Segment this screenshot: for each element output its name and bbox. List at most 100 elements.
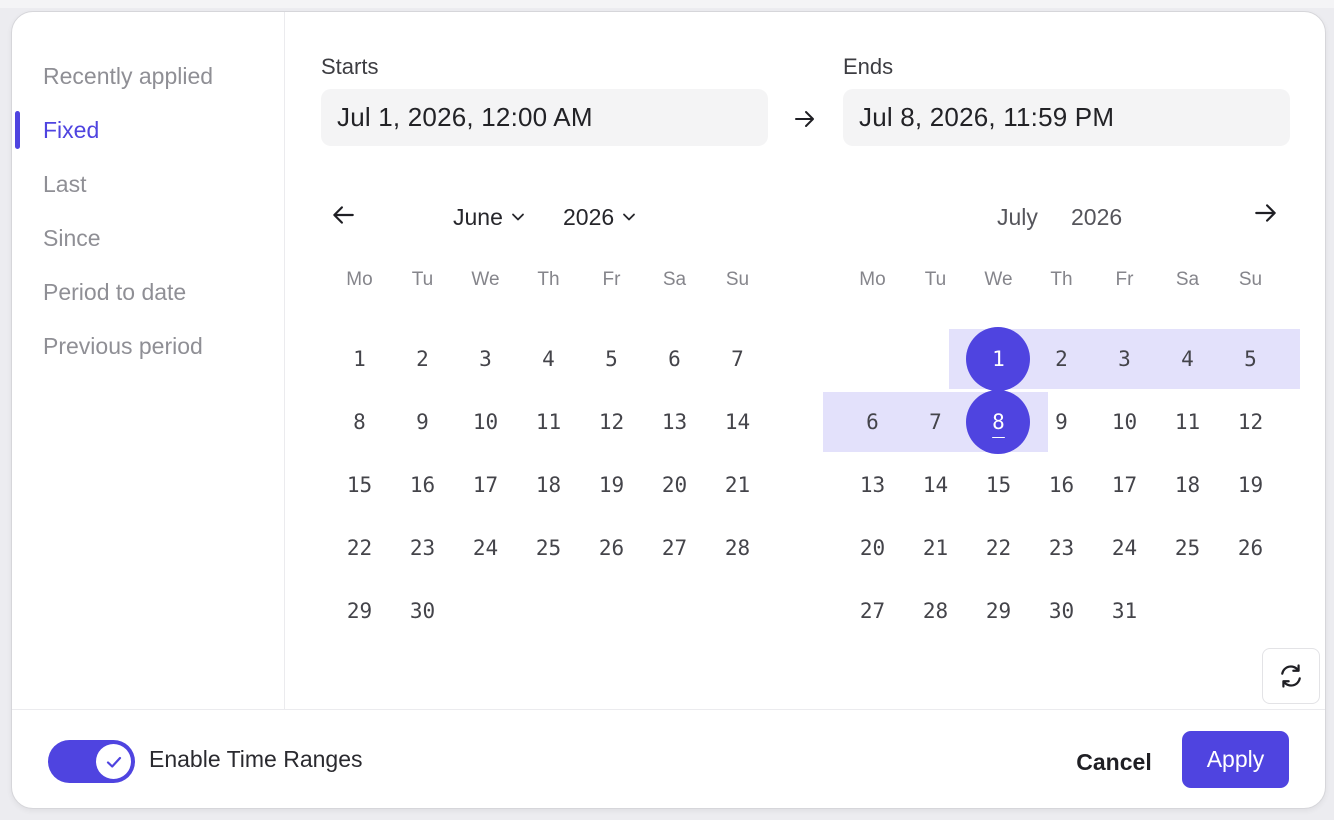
refresh-icon: [1281, 664, 1301, 688]
calendar-day[interactable]: 16: [1030, 454, 1093, 517]
calendar-day[interactable]: 20: [643, 454, 706, 517]
refresh-button[interactable]: [1262, 648, 1320, 704]
calendar-day[interactable]: 29: [328, 580, 391, 643]
calendar-day[interactable]: 5: [580, 328, 643, 391]
calendar-day[interactable]: 16: [391, 454, 454, 517]
calendar-day[interactable]: 5: [1219, 328, 1282, 391]
calendar-day[interactable]: 1: [328, 328, 391, 391]
calendar-day[interactable]: 31: [1093, 580, 1156, 643]
starts-field[interactable]: Jul 1, 2026, 12:00 AM: [321, 89, 768, 146]
calendar-day[interactable]: 19: [580, 454, 643, 517]
calendar-day[interactable]: 26: [580, 517, 643, 580]
sidebar-item-last[interactable]: Last: [43, 164, 86, 204]
calendar-day[interactable]: 11: [1156, 391, 1219, 454]
day-number: 3: [1118, 347, 1131, 371]
arrow-right-icon: [795, 111, 814, 127]
calendar-day[interactable]: 12: [1219, 391, 1282, 454]
calendar-day[interactable]: 25: [517, 517, 580, 580]
day-number: 16: [409, 473, 436, 497]
calendar-day[interactable]: 3: [454, 328, 517, 391]
year-dropdown-label: 2026: [563, 203, 615, 230]
calendar-day[interactable]: 11: [517, 391, 580, 454]
day-number: 2: [1055, 347, 1068, 371]
weekday-header: Tu: [411, 269, 434, 290]
calendar-day[interactable]: 7: [904, 391, 967, 454]
calendar-day[interactable]: 30: [391, 580, 454, 643]
apply-button[interactable]: Apply: [1182, 731, 1289, 788]
sidebar-item-previous-period[interactable]: Previous period: [43, 326, 203, 366]
day-number: 6: [866, 410, 879, 434]
calendar-day[interactable]: 1: [966, 327, 1030, 391]
day-number: 8: [353, 410, 366, 434]
day-number: 23: [409, 536, 436, 560]
calendar-day[interactable]: 17: [454, 454, 517, 517]
month-dropdown[interactable]: June: [453, 202, 525, 232]
calendar-day[interactable]: 19: [1219, 454, 1282, 517]
calendar-day[interactable]: 3: [1093, 328, 1156, 391]
calendar-day[interactable]: 22: [967, 517, 1030, 580]
day-number: 5: [1244, 347, 1257, 371]
day-number: 29: [346, 599, 373, 623]
calendar-day[interactable]: 28: [706, 517, 769, 580]
calendar-day[interactable]: 6: [841, 391, 904, 454]
weekday-header: Mo: [346, 269, 373, 290]
weekday-header: Sa: [662, 269, 687, 290]
day-number: 18: [535, 473, 562, 497]
arrow-left-icon[interactable]: [330, 202, 356, 228]
calendar-day[interactable]: 20: [841, 517, 904, 580]
calendar-day[interactable]: 24: [1093, 517, 1156, 580]
calendar-day[interactable]: 18: [517, 454, 580, 517]
arrow-right-icon[interactable]: [1253, 200, 1279, 226]
calendar-day[interactable]: 21: [706, 454, 769, 517]
calendar-day[interactable]: 10: [454, 391, 517, 454]
sidebar-item-since[interactable]: Since: [43, 218, 101, 258]
calendar-day[interactable]: 2: [1030, 328, 1093, 391]
calendar-day[interactable]: 23: [391, 517, 454, 580]
sidebar-item-fixed[interactable]: Fixed: [43, 110, 99, 150]
calendar-day[interactable]: 7: [706, 328, 769, 391]
calendar-day[interactable]: 29: [967, 580, 1030, 643]
calendar-day[interactable]: 4: [517, 328, 580, 391]
calendar-day[interactable]: 28: [904, 580, 967, 643]
day-number: 10: [472, 410, 499, 434]
calendar-day[interactable]: 8: [966, 390, 1030, 454]
calendar-day[interactable]: 23: [1030, 517, 1093, 580]
day-number: 6: [668, 347, 681, 371]
calendar-day[interactable]: 9: [1030, 391, 1093, 454]
calendar-day[interactable]: 15: [967, 454, 1030, 517]
calendar-day[interactable]: 10: [1093, 391, 1156, 454]
calendar-day[interactable]: 22: [328, 517, 391, 580]
year-dropdown[interactable]: 2026: [563, 202, 636, 232]
cancel-button[interactable]: Cancel: [1054, 738, 1174, 786]
calendar-day[interactable]: 26: [1219, 517, 1282, 580]
sidebar-item-recently-applied[interactable]: Recently applied: [43, 56, 213, 96]
calendar-day[interactable]: 30: [1030, 580, 1093, 643]
calendar-day[interactable]: 13: [643, 391, 706, 454]
ends-field[interactable]: Jul 8, 2026, 11:59 PM: [843, 89, 1290, 146]
weekday-header: We: [471, 269, 500, 290]
calendar-day[interactable]: 14: [706, 391, 769, 454]
calendar-day[interactable]: 6: [643, 328, 706, 391]
calendar-day[interactable]: 17: [1093, 454, 1156, 517]
calendar-day[interactable]: 27: [841, 580, 904, 643]
dialog-footer: Enable Time Ranges Cancel Apply: [12, 709, 1325, 808]
sidebar-item-period-to-date[interactable]: Period to date: [43, 272, 186, 312]
calendar-day[interactable]: 21: [904, 517, 967, 580]
calendar-day[interactable]: 14: [904, 454, 967, 517]
calendar-day[interactable]: 25: [1156, 517, 1219, 580]
calendar-day[interactable]: 27: [643, 517, 706, 580]
enable-time-ranges-toggle[interactable]: [48, 740, 135, 783]
calendar-day[interactable]: 2: [391, 328, 454, 391]
day-number: 17: [472, 473, 499, 497]
calendar-day[interactable]: 12: [580, 391, 643, 454]
calendar-day[interactable]: 9: [391, 391, 454, 454]
chevron-down-icon: [511, 213, 524, 221]
calendar-day[interactable]: 15: [328, 454, 391, 517]
calendar-day[interactable]: 13: [841, 454, 904, 517]
calendar-day[interactable]: 8: [328, 391, 391, 454]
weekday-header: Sa: [1175, 269, 1200, 290]
calendar-day[interactable]: 24: [454, 517, 517, 580]
calendar-day[interactable]: 18: [1156, 454, 1219, 517]
day-number: 20: [661, 473, 688, 497]
calendar-day[interactable]: 4: [1156, 328, 1219, 391]
